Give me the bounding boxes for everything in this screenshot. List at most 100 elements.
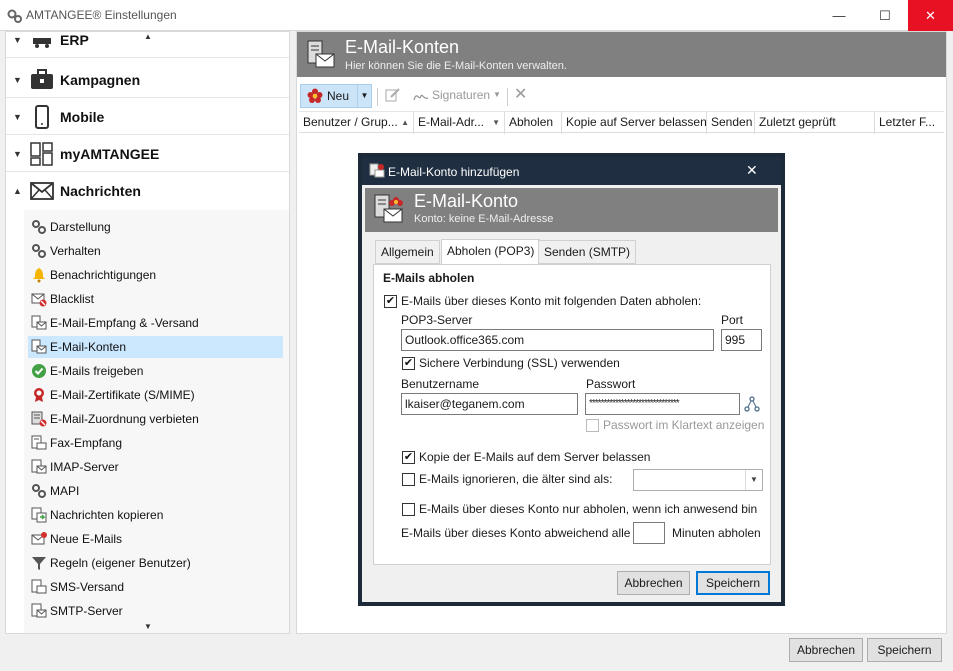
column-header-benutzer[interactable]: Benutzer / Grup... ▲ xyxy=(299,112,414,134)
dialog-cancel-button[interactable]: Abbrechen xyxy=(617,571,690,595)
column-header-kopie[interactable]: Kopie auf Server belassen xyxy=(562,112,707,134)
show-plain-password-checkbox[interactable] xyxy=(586,419,599,432)
password-input[interactable]: ******************************* xyxy=(585,393,740,415)
column-header-letzter[interactable]: Letzter F... xyxy=(875,112,940,134)
sidebar-item-label: SMTP-Server xyxy=(50,604,123,618)
mobile-icon xyxy=(35,105,49,129)
smtp-icon xyxy=(31,603,47,618)
sidebar-item-email-konten[interactable]: E-Mail-Konten xyxy=(28,336,283,358)
column-header-zuletzt[interactable]: Zuletzt geprüft xyxy=(755,112,875,134)
dialog-close-icon[interactable]: ✕ xyxy=(746,162,758,179)
window-titlebar: AMTANGEE® Einstellungen — ☐ ✕ xyxy=(0,0,953,31)
column-label: Abholen xyxy=(509,115,554,129)
sidebar-item-label: Verhalten xyxy=(50,244,101,258)
sidebar-item-blacklist[interactable]: Blacklist xyxy=(28,288,283,310)
dialog-header: E-Mail-Konto Konto: keine E-Mail-Adresse xyxy=(365,188,778,232)
cancel-button[interactable]: Abbrechen xyxy=(789,638,863,662)
delete-button[interactable]: ✕ xyxy=(514,84,532,108)
checkmark-circle-icon xyxy=(32,364,46,378)
ignore-older-label: E-Mails ignorieren, die älter sind als: xyxy=(419,472,613,486)
grid-icon xyxy=(30,142,53,166)
tab-abholen[interactable]: Abholen (POP3) xyxy=(441,239,541,265)
tab-senden[interactable]: Senden (SMTP) xyxy=(538,240,637,264)
sidebar-item-label: E-Mail-Zertifikate (S/MIME) xyxy=(50,388,195,402)
edit-button[interactable] xyxy=(382,84,404,108)
sidebar-item-darstellung[interactable]: Darstellung xyxy=(28,216,283,238)
sidebar-item-smtp-server[interactable]: SMTP-Server xyxy=(28,600,283,622)
new-button[interactable]: Neu ▼ xyxy=(300,84,372,108)
password-label: Passwort xyxy=(586,377,636,391)
new-dropdown-icon[interactable]: ▼ xyxy=(357,85,371,107)
username-input[interactable]: lkaiser@teganem.com xyxy=(401,393,578,415)
sidebar-item-fax-empfang[interactable]: Fax-Empfang xyxy=(28,432,283,454)
new-button-label: Neu xyxy=(327,89,350,103)
sidebar-item-sms-versand[interactable]: SMS-Versand xyxy=(28,576,283,598)
pop3-server-input[interactable]: Outlook.office365.com xyxy=(401,329,714,351)
chevron-down-icon: ▼ xyxy=(745,470,762,490)
ssl-checkbox[interactable] xyxy=(402,357,415,370)
sidebar-item-neue-emails[interactable]: Neue E-Mails xyxy=(28,528,283,550)
sidebar-category-myamtangee[interactable]: ▼ myAMTANGEE xyxy=(6,136,289,172)
sidebar-item-nachrichten-kopieren[interactable]: Nachrichten kopieren xyxy=(28,504,283,526)
mapi-icon xyxy=(32,484,46,498)
dialog-save-button[interactable]: Speichern xyxy=(696,571,770,595)
port-input[interactable]: 995 xyxy=(721,329,762,351)
save-button[interactable]: Speichern xyxy=(867,638,942,662)
dialog-title: E-Mail-Konto hinzufügen xyxy=(388,165,520,179)
sidebar-item-label: E-Mail-Zuordnung verbieten xyxy=(50,412,199,426)
sidebar-category-erp[interactable]: ▼ ERP xyxy=(6,32,289,58)
interval-minutes-input[interactable] xyxy=(633,522,665,544)
sidebar-category-kampagnen[interactable]: ▼ Kampagnen xyxy=(6,62,289,98)
signatures-button[interactable]: Signaturen ▼ xyxy=(411,84,503,108)
new-mail-icon xyxy=(31,532,47,545)
settings-sidebar[interactable]: ▲ ▼ ERP ▼ Kampagnen ▼ Mobile ▼ myAMTANGE… xyxy=(5,31,290,634)
sidebar-item-email-zertifikate[interactable]: E-Mail-Zertifikate (S/MIME) xyxy=(28,384,283,406)
sidebar-category-nachrichten[interactable]: ▲ Nachrichten xyxy=(6,173,289,209)
column-header-email[interactable]: E-Mail-Adr... ▼ xyxy=(414,112,505,134)
fetch-checkbox[interactable] xyxy=(384,295,397,308)
keep-copy-checkbox[interactable] xyxy=(402,451,415,464)
tab-allgemein[interactable]: Allgemein xyxy=(375,240,440,264)
maximize-button[interactable]: ☐ xyxy=(862,0,908,31)
sidebar-item-email-empfang-versand[interactable]: E-Mail-Empfang & -Versand xyxy=(28,312,283,334)
only-present-checkbox[interactable] xyxy=(402,503,415,516)
accounts-table-header: Benutzer / Grup... ▲ E-Mail-Adr... ▼ Abhol… xyxy=(299,111,944,134)
column-label: Zuletzt geprüft xyxy=(759,115,836,129)
scroll-down-icon[interactable]: ▼ xyxy=(144,622,152,631)
column-label: Kopie auf Server belassen xyxy=(566,115,707,129)
sidebar-item-regeln[interactable]: Regeln (eigener Benutzer) xyxy=(28,552,283,574)
interval-prefix-label: E-Mails über dieses Konto abweichend all… xyxy=(401,526,631,540)
window-title: AMTANGEE® Einstellungen xyxy=(26,8,177,22)
sidebar-item-imap-server[interactable]: IMAP-Server xyxy=(28,456,283,478)
mail-account-icon xyxy=(374,194,403,223)
sidebar-item-verhalten[interactable]: Verhalten xyxy=(28,240,283,262)
collapsed-arrow-icon: ▼ xyxy=(13,75,22,85)
sidebar-item-emails-freigeben[interactable]: E-Mails freigeben xyxy=(28,360,283,382)
gears-icon xyxy=(32,244,46,258)
sidebar-item-email-zuordnung-verbieten[interactable]: E-Mail-Zuordnung verbieten xyxy=(28,408,283,430)
sidebar-category-label: Mobile xyxy=(60,109,105,125)
gears-icon xyxy=(32,220,46,234)
section-title: E-Mails abholen xyxy=(383,271,475,285)
sidebar-item-benachrichtigungen[interactable]: Benachrichtigungen xyxy=(28,264,283,286)
sidebar-item-mapi[interactable]: MAPI xyxy=(28,480,283,502)
password-generator-icon[interactable] xyxy=(744,396,760,412)
sidebar-item-label: Regeln (eigener Benutzer) xyxy=(50,556,191,570)
server-icon xyxy=(31,459,47,474)
column-header-abholen[interactable]: Abholen xyxy=(505,112,562,134)
dialog-header-title: E-Mail-Konto xyxy=(414,191,519,211)
close-button[interactable]: ✕ xyxy=(908,0,953,31)
ignore-older-select[interactable]: ▼ xyxy=(633,469,763,491)
sidebar-category-mobile[interactable]: ▼ Mobile xyxy=(6,99,289,135)
mail-accounts-icon xyxy=(307,40,335,68)
sidebar-item-label: IMAP-Server xyxy=(50,460,119,474)
sidebar-category-label: ERP xyxy=(60,32,89,48)
sidebar-item-label: E-Mail-Empfang & -Versand xyxy=(50,316,199,330)
ignore-older-checkbox[interactable] xyxy=(402,473,415,486)
sidebar-item-label: E-Mails freigeben xyxy=(50,364,144,378)
minimize-button[interactable]: — xyxy=(816,0,862,31)
username-label: Benutzername xyxy=(401,377,480,391)
column-header-senden[interactable]: Senden xyxy=(707,112,755,134)
page-subtitle: Hier können Sie die E-Mail-Konten verwal… xyxy=(345,60,567,72)
erp-icon xyxy=(33,38,51,48)
